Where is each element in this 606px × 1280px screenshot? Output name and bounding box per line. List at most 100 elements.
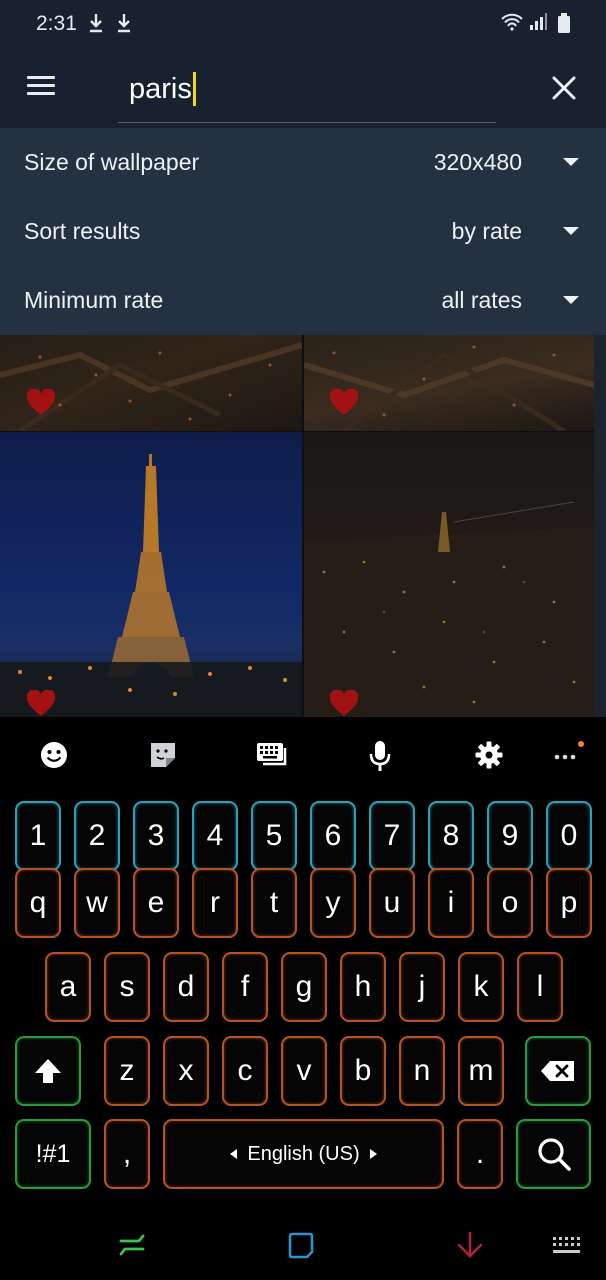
arrow-right-icon <box>369 1149 377 1159</box>
settings-icon[interactable] <box>474 740 504 770</box>
key-label: a <box>59 970 77 1003</box>
keyboard-icon[interactable] <box>255 740 289 770</box>
number-key[interactable]: 1 <box>15 801 61 871</box>
favorite-heart-icon[interactable] <box>26 389 56 417</box>
period-key-label: . <box>475 1137 485 1170</box>
letter-key[interactable]: r <box>192 868 238 938</box>
keyboard-switch-icon[interactable] <box>552 1236 582 1256</box>
number-key[interactable]: 8 <box>428 801 474 871</box>
home-icon[interactable] <box>288 1231 314 1259</box>
favorite-heart-icon[interactable] <box>329 389 359 417</box>
symbols-key-label: !#1 <box>35 1139 71 1168</box>
backspace-key[interactable] <box>525 1036 591 1106</box>
letter-key[interactable]: w <box>74 868 120 938</box>
letter-key[interactable]: i <box>428 868 474 938</box>
key-label: 4 <box>206 819 224 852</box>
number-key[interactable]: 2 <box>74 801 120 871</box>
city-night-image <box>304 501 594 717</box>
dropdown-arrow-icon <box>563 158 579 166</box>
letter-key[interactable]: m <box>458 1036 504 1106</box>
download-icon <box>118 14 130 33</box>
letter-key[interactable]: k <box>458 952 504 1022</box>
letter-key[interactable]: z <box>104 1036 150 1106</box>
close-icon[interactable] <box>551 75 577 101</box>
filter-label: Sort results <box>24 218 141 244</box>
number-key[interactable]: 0 <box>546 801 592 871</box>
number-key[interactable]: 7 <box>369 801 415 871</box>
key-label: k <box>473 970 489 1003</box>
scrollbar-track[interactable] <box>594 335 606 717</box>
space-key[interactable]: English (US) <box>163 1119 444 1189</box>
dropdown-arrow-icon <box>563 227 579 235</box>
letter-key[interactable]: q <box>15 868 61 938</box>
favorite-heart-icon[interactable] <box>329 690 359 717</box>
letter-key[interactable]: y <box>310 868 356 938</box>
number-key[interactable]: 4 <box>192 801 238 871</box>
letter-key[interactable]: g <box>281 952 327 1022</box>
emoji-icon[interactable] <box>39 740 69 770</box>
comma-key[interactable]: , <box>104 1119 150 1189</box>
key-label: j <box>418 970 426 1003</box>
key-label: y <box>325 886 341 919</box>
more-icon[interactable] <box>552 739 586 765</box>
letter-key[interactable]: j <box>399 952 445 1022</box>
letter-key[interactable]: h <box>340 952 386 1022</box>
letter-key[interactable]: v <box>281 1036 327 1106</box>
navigation-bar <box>0 1199 606 1280</box>
search-field[interactable]: paris <box>118 64 496 123</box>
wallpaper-thumbnail[interactable] <box>0 335 302 431</box>
letter-key[interactable]: a <box>45 952 91 1022</box>
search-input[interactable]: paris <box>129 72 196 106</box>
letter-key[interactable]: f <box>222 952 268 1022</box>
letter-key[interactable]: p <box>546 868 592 938</box>
number-key[interactable]: 6 <box>310 801 356 871</box>
key-label: c <box>237 1054 253 1087</box>
filter-sort-dropdown[interactable]: Sort results by rate <box>0 197 606 266</box>
menu-button[interactable] <box>26 74 56 100</box>
number-key[interactable]: 3 <box>133 801 179 871</box>
status-bar: 2:31 <box>0 0 606 50</box>
recent-apps-icon[interactable] <box>119 1231 145 1259</box>
key-label: o <box>501 886 519 919</box>
letter-key[interactable]: o <box>487 868 533 938</box>
number-key[interactable]: 9 <box>487 801 533 871</box>
letter-key[interactable]: l <box>517 952 563 1022</box>
shift-key[interactable] <box>15 1036 81 1106</box>
letter-key[interactable]: c <box>222 1036 268 1106</box>
filter-rate-dropdown[interactable]: Minimum rate all rates <box>0 266 606 335</box>
letter-key[interactable]: e <box>133 868 179 938</box>
wallpaper-thumbnail[interactable] <box>304 335 594 431</box>
filter-size-dropdown[interactable]: Size of wallpaper 320x480 <box>0 128 606 197</box>
status-time: 2:31 <box>36 12 77 35</box>
key-label: n <box>413 1054 431 1087</box>
letter-key[interactable]: s <box>104 952 150 1022</box>
key-label: 9 <box>501 819 519 852</box>
symbols-key[interactable]: !#1 <box>15 1119 91 1189</box>
signal-icon <box>530 13 547 30</box>
wallpaper-thumbnail[interactable] <box>304 432 594 717</box>
letter-key[interactable]: x <box>163 1036 209 1106</box>
key-label: 5 <box>265 819 283 852</box>
back-icon[interactable] <box>456 1231 484 1259</box>
sticker-icon[interactable] <box>148 740 178 770</box>
period-key[interactable]: . <box>457 1119 503 1189</box>
letter-key[interactable]: t <box>251 868 297 938</box>
backspace-icon <box>541 1061 574 1081</box>
wallpaper-thumbnail[interactable] <box>0 432 302 717</box>
microphone-icon[interactable] <box>367 740 393 774</box>
comma-key-label: , <box>122 1137 132 1170</box>
number-key[interactable]: 5 <box>251 801 297 871</box>
letter-key[interactable]: d <box>163 952 209 1022</box>
app-bar: paris <box>0 50 606 128</box>
letter-key[interactable]: u <box>369 868 415 938</box>
letter-key[interactable]: b <box>340 1036 386 1106</box>
filter-label: Size of wallpaper <box>24 149 200 175</box>
key-label: v <box>296 1054 312 1087</box>
letter-key[interactable]: n <box>399 1036 445 1106</box>
search-key[interactable] <box>516 1119 591 1189</box>
filter-value: by rate <box>451 218 522 244</box>
eiffel-tower-image <box>0 454 302 717</box>
shift-arrow-icon <box>35 1059 61 1083</box>
favorite-heart-icon[interactable] <box>26 690 56 717</box>
key-label: r <box>210 886 220 919</box>
